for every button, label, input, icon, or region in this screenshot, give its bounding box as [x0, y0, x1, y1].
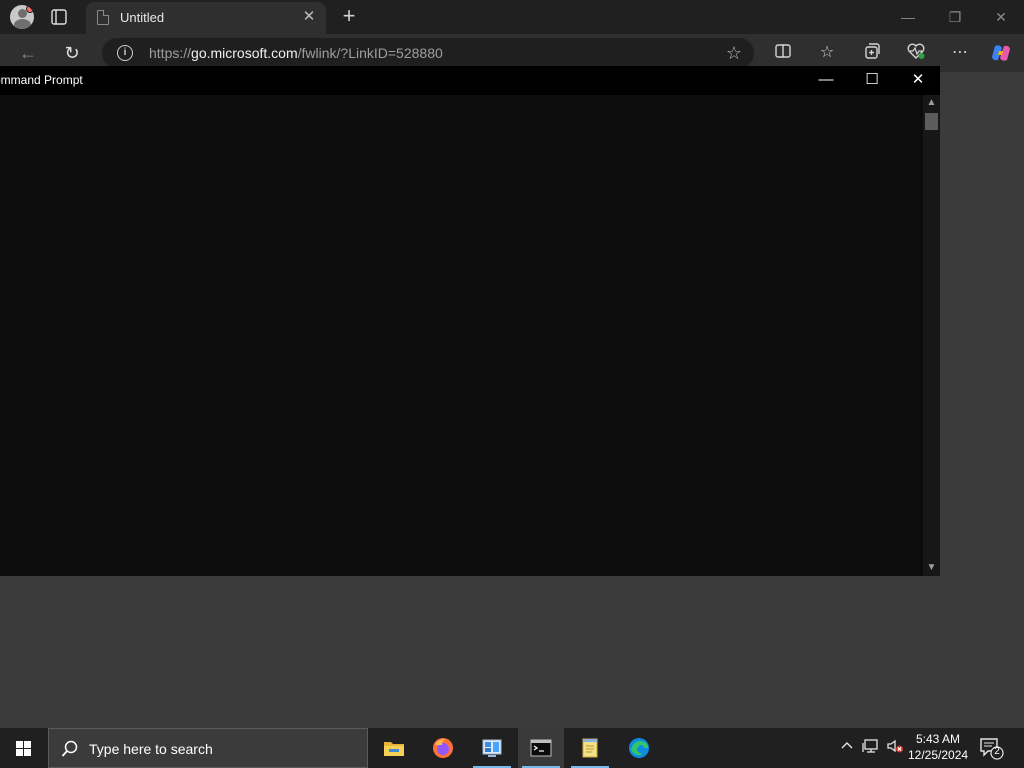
clock-time: 5:43 AM — [915, 732, 961, 746]
copilot-icon[interactable] — [990, 42, 1012, 64]
refresh-icon[interactable]: ↻ — [61, 42, 83, 64]
clock-date: 12/25/2024 — [908, 748, 969, 762]
cmd-title-bar[interactable]: ommand Prompt — ☐ ✕ — [0, 66, 940, 95]
firefox-button[interactable] — [420, 728, 466, 768]
cmd-title: ommand Prompt — [0, 73, 83, 87]
scroll-down-icon[interactable]: ▼ — [926, 563, 937, 573]
edge-icon — [629, 738, 649, 758]
close-tab-icon[interactable]: ✕ — [300, 8, 318, 26]
volume-muted-icon[interactable] — [886, 738, 904, 757]
tab-actions-icon[interactable] — [50, 8, 68, 26]
browser-essentials-icon[interactable] — [905, 42, 927, 64]
notification-count: 2 — [994, 746, 1000, 757]
start-button[interactable] — [0, 728, 48, 768]
taskbar: Type here to search 5:43 AM 12/25/2024 2 — [0, 728, 1024, 768]
tab-title: Untitled — [120, 10, 165, 25]
edge-button[interactable] — [616, 728, 662, 768]
restore-icon[interactable]: ❐ — [942, 6, 968, 28]
notepad-button[interactable] — [567, 728, 613, 768]
page-icon — [97, 10, 109, 25]
favorites-icon[interactable]: ☆ — [816, 42, 838, 64]
notepad-icon — [582, 738, 598, 758]
control-panel-button[interactable] — [469, 728, 515, 768]
command-prompt-icon — [530, 739, 552, 757]
scroll-up-icon[interactable]: ▲ — [926, 98, 937, 108]
file-explorer-button[interactable] — [371, 728, 417, 768]
url-text[interactable]: https://go.microsoft.com/fwlink/?LinkID=… — [149, 45, 443, 61]
command-prompt-button[interactable] — [518, 728, 564, 768]
info-icon[interactable]: i — [117, 45, 133, 61]
split-screen-icon[interactable] — [772, 42, 794, 64]
chevron-up-icon[interactable] — [840, 738, 854, 755]
browser-tab-bar: Untitled ✕ + — ❐ ✕ — [0, 0, 1024, 34]
minimize-icon[interactable]: — — [812, 69, 840, 91]
profile-icon[interactable] — [10, 5, 34, 29]
maximize-icon[interactable]: ☐ — [858, 69, 886, 91]
network-icon[interactable] — [862, 738, 880, 757]
cmd-scrollbar[interactable]: ▲ ▼ — [923, 95, 940, 576]
back-icon[interactable]: ← — [17, 42, 39, 64]
search-icon — [61, 740, 78, 757]
close-icon[interactable]: ✕ — [988, 6, 1014, 28]
browser-tab[interactable]: Untitled ✕ — [86, 2, 326, 34]
favorite-star-icon[interactable]: ☆ — [726, 43, 742, 64]
firefox-icon — [433, 738, 453, 758]
windows-logo-icon — [16, 741, 32, 756]
new-tab-icon[interactable]: + — [338, 5, 360, 27]
command-prompt-window[interactable]: ommand Prompt — ☐ ✕ ▲ ▼ — [0, 66, 940, 576]
scroll-thumb[interactable] — [925, 113, 938, 130]
control-panel-icon — [482, 739, 502, 757]
taskbar-search[interactable]: Type here to search — [48, 728, 368, 768]
close-icon[interactable]: ✕ — [904, 69, 932, 91]
system-clock[interactable]: 5:43 AM 12/25/2024 — [908, 731, 968, 763]
address-bar[interactable]: i https://go.microsoft.com/fwlink/?LinkI… — [102, 38, 754, 68]
cmd-console-area[interactable] — [0, 95, 923, 576]
search-placeholder: Type here to search — [89, 741, 213, 757]
more-icon[interactable]: ⋯ — [949, 42, 971, 64]
file-explorer-icon — [384, 742, 404, 756]
notification-center-button[interactable]: 2 — [978, 736, 1004, 760]
collections-icon[interactable] — [861, 42, 883, 64]
minimize-icon[interactable]: — — [895, 6, 921, 28]
